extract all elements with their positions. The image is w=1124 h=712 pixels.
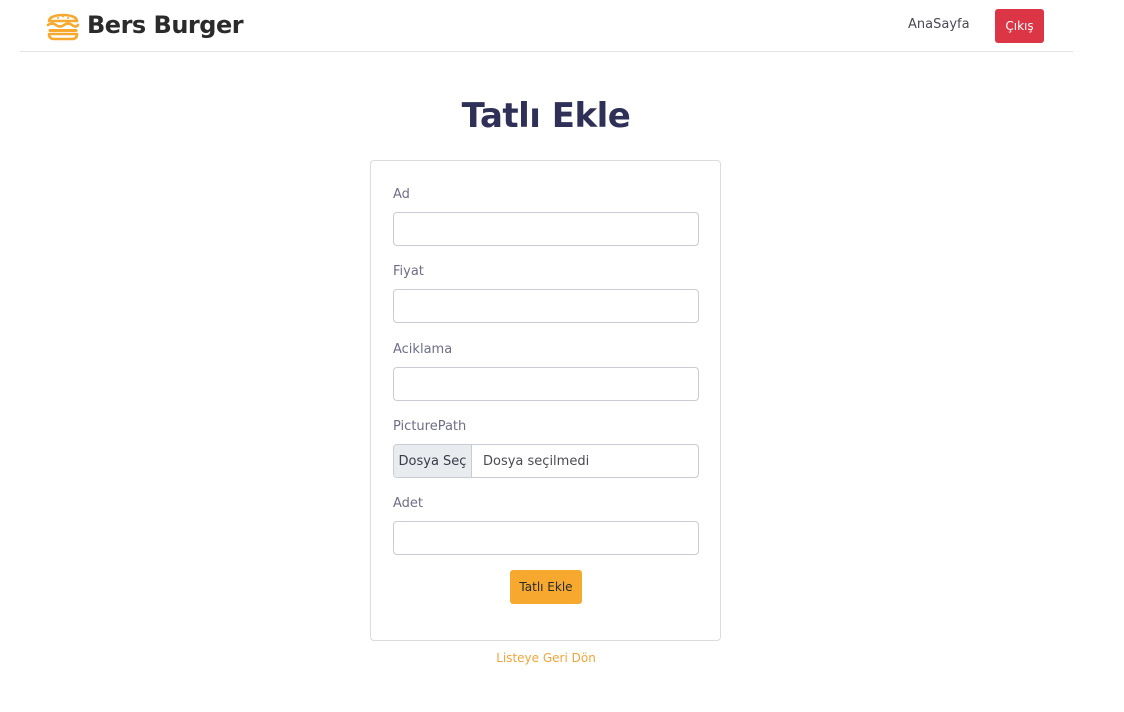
name-label: Ad <box>393 187 410 202</box>
file-status-text: Dosya seçilmedi <box>483 453 590 469</box>
navbar: Bers Burger AnaSayfa Çıkış <box>20 0 1073 52</box>
page-title: Tatlı Ekle <box>461 96 631 136</box>
description-label: Aciklama <box>393 342 453 357</box>
brand-logo[interactable]: Bers Burger <box>46 9 244 41</box>
choose-file-button[interactable]: Dosya Seç <box>394 445 472 477</box>
quantity-input[interactable] <box>393 521 699 555</box>
brand-name: Bers Burger <box>87 11 244 39</box>
add-dessert-button[interactable]: Tatlı Ekle <box>510 570 582 604</box>
name-input[interactable] <box>393 212 699 246</box>
picture-path-label: PicturePath <box>393 419 467 434</box>
nav-link-home[interactable]: AnaSayfa <box>908 17 970 32</box>
quantity-label: Adet <box>393 496 424 511</box>
logout-button[interactable]: Çıkış <box>995 9 1044 43</box>
price-input[interactable] <box>393 289 699 323</box>
description-input[interactable] <box>393 367 699 401</box>
back-to-list-link[interactable]: Listeye Geri Dön <box>0 651 1092 665</box>
price-label: Fiyat <box>393 264 424 279</box>
picture-file-input[interactable]: Dosya Seç Dosya seçilmedi <box>393 444 699 478</box>
burger-icon <box>46 13 80 41</box>
add-dessert-form: Ad Fiyat Aciklama PicturePath Dosya Seç … <box>370 160 721 641</box>
